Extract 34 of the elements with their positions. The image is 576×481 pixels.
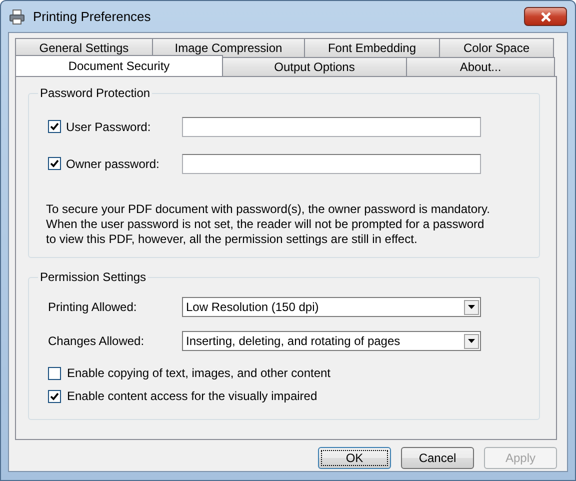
checkbox[interactable]: [48, 120, 61, 133]
printer-icon: [9, 8, 25, 24]
checkmark-icon: [50, 159, 59, 168]
window-title: Printing Preferences: [33, 9, 152, 24]
group-title: Permission Settings: [39, 270, 148, 284]
checkmark-icon: [50, 392, 59, 400]
tab[interactable]: About...: [406, 57, 555, 76]
dialog-button[interactable]: Cancel: [401, 447, 474, 469]
dropdown[interactable]: Low Resolution (150 dpi): [182, 297, 481, 317]
group-title: Password Protection: [39, 86, 152, 100]
tab[interactable]: Image Compression: [152, 38, 305, 57]
checkbox-label: Enable content access for the visually impaired: [67, 389, 318, 403]
dropdown-arrow-icon: [468, 305, 475, 309]
dialog-button[interactable]: OK: [318, 447, 391, 469]
field-label: Changes Allowed:: [48, 334, 146, 348]
close-button[interactable]: [524, 7, 567, 26]
field-label: Printing Allowed:: [48, 300, 138, 314]
password-field[interactable]: [182, 154, 481, 174]
dropdown-arrow-icon: [468, 339, 475, 343]
checkbox-label: Enable copying of text, images, and other content: [67, 366, 331, 380]
checkbox[interactable]: [48, 390, 61, 402]
password-field[interactable]: [182, 116, 481, 136]
field-label: Owner password:: [66, 156, 160, 170]
close-icon: [540, 12, 552, 22]
checkbox[interactable]: [48, 157, 61, 170]
tab[interactable]: Document Security: [15, 55, 223, 76]
info-text: To secure your PDF document with password(s), the owner password is mandatory. When the user password is not set, the reader will not be prompted for a password to view this PDF, however, all the permission settings are still in effect.: [46, 202, 491, 247]
tab[interactable]: Output Options: [222, 57, 407, 76]
checkbox[interactable]: [48, 366, 61, 380]
field-label: User Password:: [66, 120, 151, 134]
checkmark-icon: [50, 122, 59, 131]
dropdown[interactable]: Inserting, deleting, and rotating of pages: [182, 331, 481, 351]
tab[interactable]: Font Embedding: [304, 38, 440, 57]
tab[interactable]: Color Space: [439, 38, 554, 57]
